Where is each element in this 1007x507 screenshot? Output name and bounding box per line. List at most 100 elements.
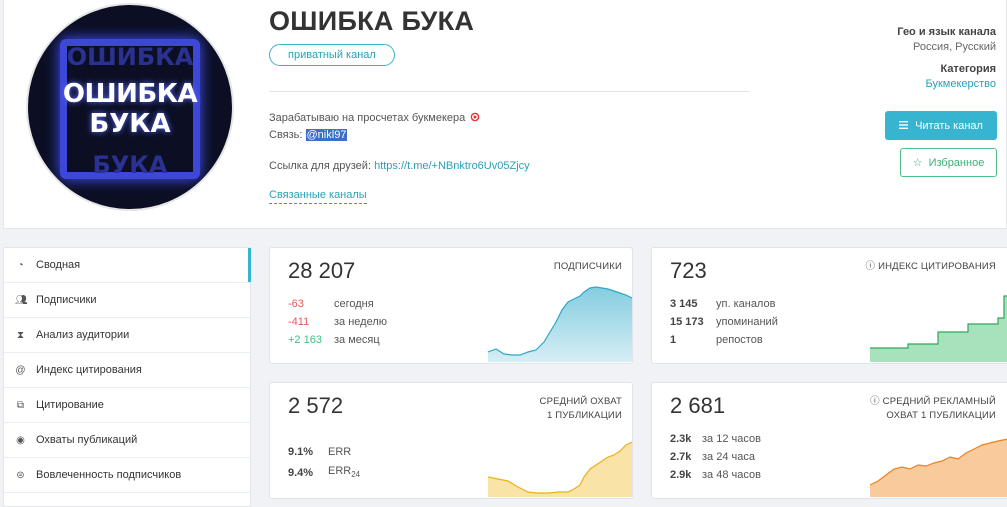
citation-index-label: ⓘ ИНДЕКС ЦИТИРОВАНИЯ [866,260,996,274]
ad-reach-card[interactable]: 2 681 ⓘ СРЕДНИЙ РЕКЛАМНЫЙ ОХВАТ 1 ПУБЛИК… [651,382,1007,499]
target-emoji-icon [470,112,481,122]
favorite-label: Избранное [928,156,985,169]
sidebar-item-engagement[interactable]: ⊜ Вовлеченность подписчиков [4,458,250,493]
at-icon: @ [15,364,26,376]
citation-stats: 3 145 уп. каналов 15 173 упоминаний 1 репос… [670,295,778,349]
citation-index-label-text: ИНДЕКС ЦИТИРОВАНИЯ [878,261,996,272]
sidebar-item-label: Анализ аудитории [36,329,130,341]
sidebar-item-label: Индекс цитирования [36,364,142,376]
average-reach-label-line2: 1 ПУБЛИКАЦИИ [546,410,622,421]
err-value: 9.1% [288,445,314,458]
stat-value: 2.3k [670,433,692,445]
sidebar-item-subscribers[interactable]: 👥︎ Подписчики [4,283,250,318]
subscribers-label: ПОДПИСЧИКИ [553,261,622,272]
stat-value: 2.9k [670,469,692,481]
divider [269,91,749,92]
favorite-button[interactable]: ☆ Избранное [900,148,997,177]
users-icon: 👥︎ [15,294,28,306]
stat-label: за месяц [334,334,380,346]
stat-label: за неделю [334,316,388,328]
geo-label: Гео и язык канала [897,26,996,38]
ad-reach-label-line2: ОХВАТ 1 ПУБЛИКАЦИИ [886,410,996,421]
stat-value: 2.7k [670,451,692,463]
sidebar-nav: ◔ Сводная 👥︎ Подписчики ⧗ Анализ аудитор… [3,247,251,507]
channel-contact: Связь: @nikl97 [269,129,348,141]
info-icon: ⓘ [865,261,879,272]
friends-link-row: Ссылка для друзей: https://t.me/+NBnktro… [269,160,530,172]
sidebar-item-citation-index[interactable]: @ Индекс цитирования [4,353,250,388]
engagement-icon: ⊜ [16,469,25,481]
stat-label: упоминаний [716,316,778,328]
sidebar-item-audience-analysis[interactable]: ⧗ Анализ аудитории [4,318,250,353]
stat-row: 2.9k за 48 часов [670,466,761,484]
ad-reach-label: ⓘ СРЕДНИЙ РЕКЛАМНЫЙ ОХВАТ 1 ПУБЛИКАЦИИ [870,395,996,423]
ad-reach-stats: 2.3k за 12 часов 2.7k за 24 часа 2.9k за 48… [670,430,761,484]
average-reach-label: СРЕДНИЙ ОХВАТ 1 ПУБЛИКАЦИИ [540,395,622,423]
stat-row: 1 репостов [670,331,778,349]
err-label: ERR [328,445,352,458]
err-stats: 9.1% ERR 9.4% ERR24 [288,441,360,483]
stat-value: -63 [288,298,304,310]
avatar-logo-line1: ОШИБКА [62,79,198,109]
stat-row: 9.1% ERR [288,441,360,462]
contact-label: Связь: [269,129,303,141]
friends-link-label: Ссылка для друзей: [269,160,371,172]
stat-value: 1 [670,334,677,346]
stat-row: 2.7k за 24 часа [670,448,761,466]
ad-reach-sparkline [870,438,1007,497]
sidebar-item-label: Сводная [36,259,81,271]
friends-link[interactable]: https://t.me/+NBnktro6Uv05Zjcy [374,160,530,172]
description-text: Зарабатываю на просчетах букмекера [269,112,466,124]
sidebar-item-post-reach[interactable]: ◉ Охваты публикаций [4,423,250,458]
private-channel-badge: приватный канал [269,44,395,66]
category-label: Категория [940,63,996,75]
sidebar-item-label: Подписчики [36,294,97,306]
sidebar-item-label: Цитирование [36,399,104,411]
subscribers-sparkline [488,286,632,362]
stat-label: за 48 часов [702,469,761,481]
stat-row: 9.4% ERR24 [288,462,360,483]
ad-reach-label-line1: СРЕДНИЙ РЕКЛАМНЫЙ [882,396,996,407]
stat-row: +2 163 за месяц [288,331,387,349]
contact-handle-link[interactable]: @nikl97 [305,129,348,141]
stat-row: 2.3k за 12 часов [670,430,761,448]
geo-value: Россия, Русский [913,41,996,53]
stat-row: -63 сегодня [288,295,387,313]
stat-row: 3 145 уп. каналов [670,295,778,313]
hourglass-icon: ⧗ [16,329,25,341]
channel-avatar: ОШИБКА ОШИБКА БУКА БУКА [26,3,234,211]
citation-index-value: 723 [670,258,707,283]
channel-header: ОШИБКА ОШИБКА БУКА БУКА [3,0,1007,229]
dashboard-icon: ◔ [17,259,24,271]
stat-label: за 12 часов [702,433,761,445]
average-reach-label-line1: СРЕДНИЙ ОХВАТ [539,396,622,407]
err24-value: 9.4% [288,466,314,479]
stat-label: сегодня [334,298,374,310]
channel-title: ОШИБКА БУКА [269,6,475,36]
citation-index-card[interactable]: 723 ⓘ ИНДЕКС ЦИТИРОВАНИЯ 3 145 уп. канало… [651,247,1007,364]
subscribers-card[interactable]: 28 207 ПОДПИСЧИКИ -63 сегодня -411 за неде… [269,247,633,364]
avatar-logo-line2: БУКА [89,109,171,139]
sidebar-item-citations[interactable]: ⧉ Цитирование [4,388,250,423]
ad-reach-value: 2 681 [670,393,726,418]
category-link[interactable]: Букмекерство [925,78,996,90]
sidebar-item-label: Охваты публикаций [36,434,138,446]
info-icon: ⓘ [870,396,883,407]
related-channels-link[interactable]: Связанные каналы [269,189,367,204]
eye-icon: ◉ [16,434,25,446]
read-channel-label: Читать канал [915,119,983,132]
stat-label: за 24 часа [702,451,755,463]
average-reach-value: 2 572 [288,393,344,418]
stat-value: 3 145 [670,298,698,310]
average-reach-card[interactable]: 2 572 СРЕДНИЙ ОХВАТ 1 ПУБЛИКАЦИИ 9.1% ERR… [269,382,633,499]
err24-label: ERR24 [328,465,360,479]
err24-subscript: 24 [351,470,361,480]
stat-value: 15 173 [670,316,704,328]
read-channel-button[interactable]: Читать канал [885,111,997,140]
sidebar-item-label: Вовлеченность подписчиков [36,469,182,481]
stat-value: +2 163 [288,334,322,346]
sidebar-item-summary[interactable]: ◔ Сводная [4,248,251,283]
stat-row: 15 173 упоминаний [670,313,778,331]
stat-label: репостов [716,334,763,346]
subscribers-stats: -63 сегодня -411 за неделю +2 163 за месяц [288,295,387,349]
